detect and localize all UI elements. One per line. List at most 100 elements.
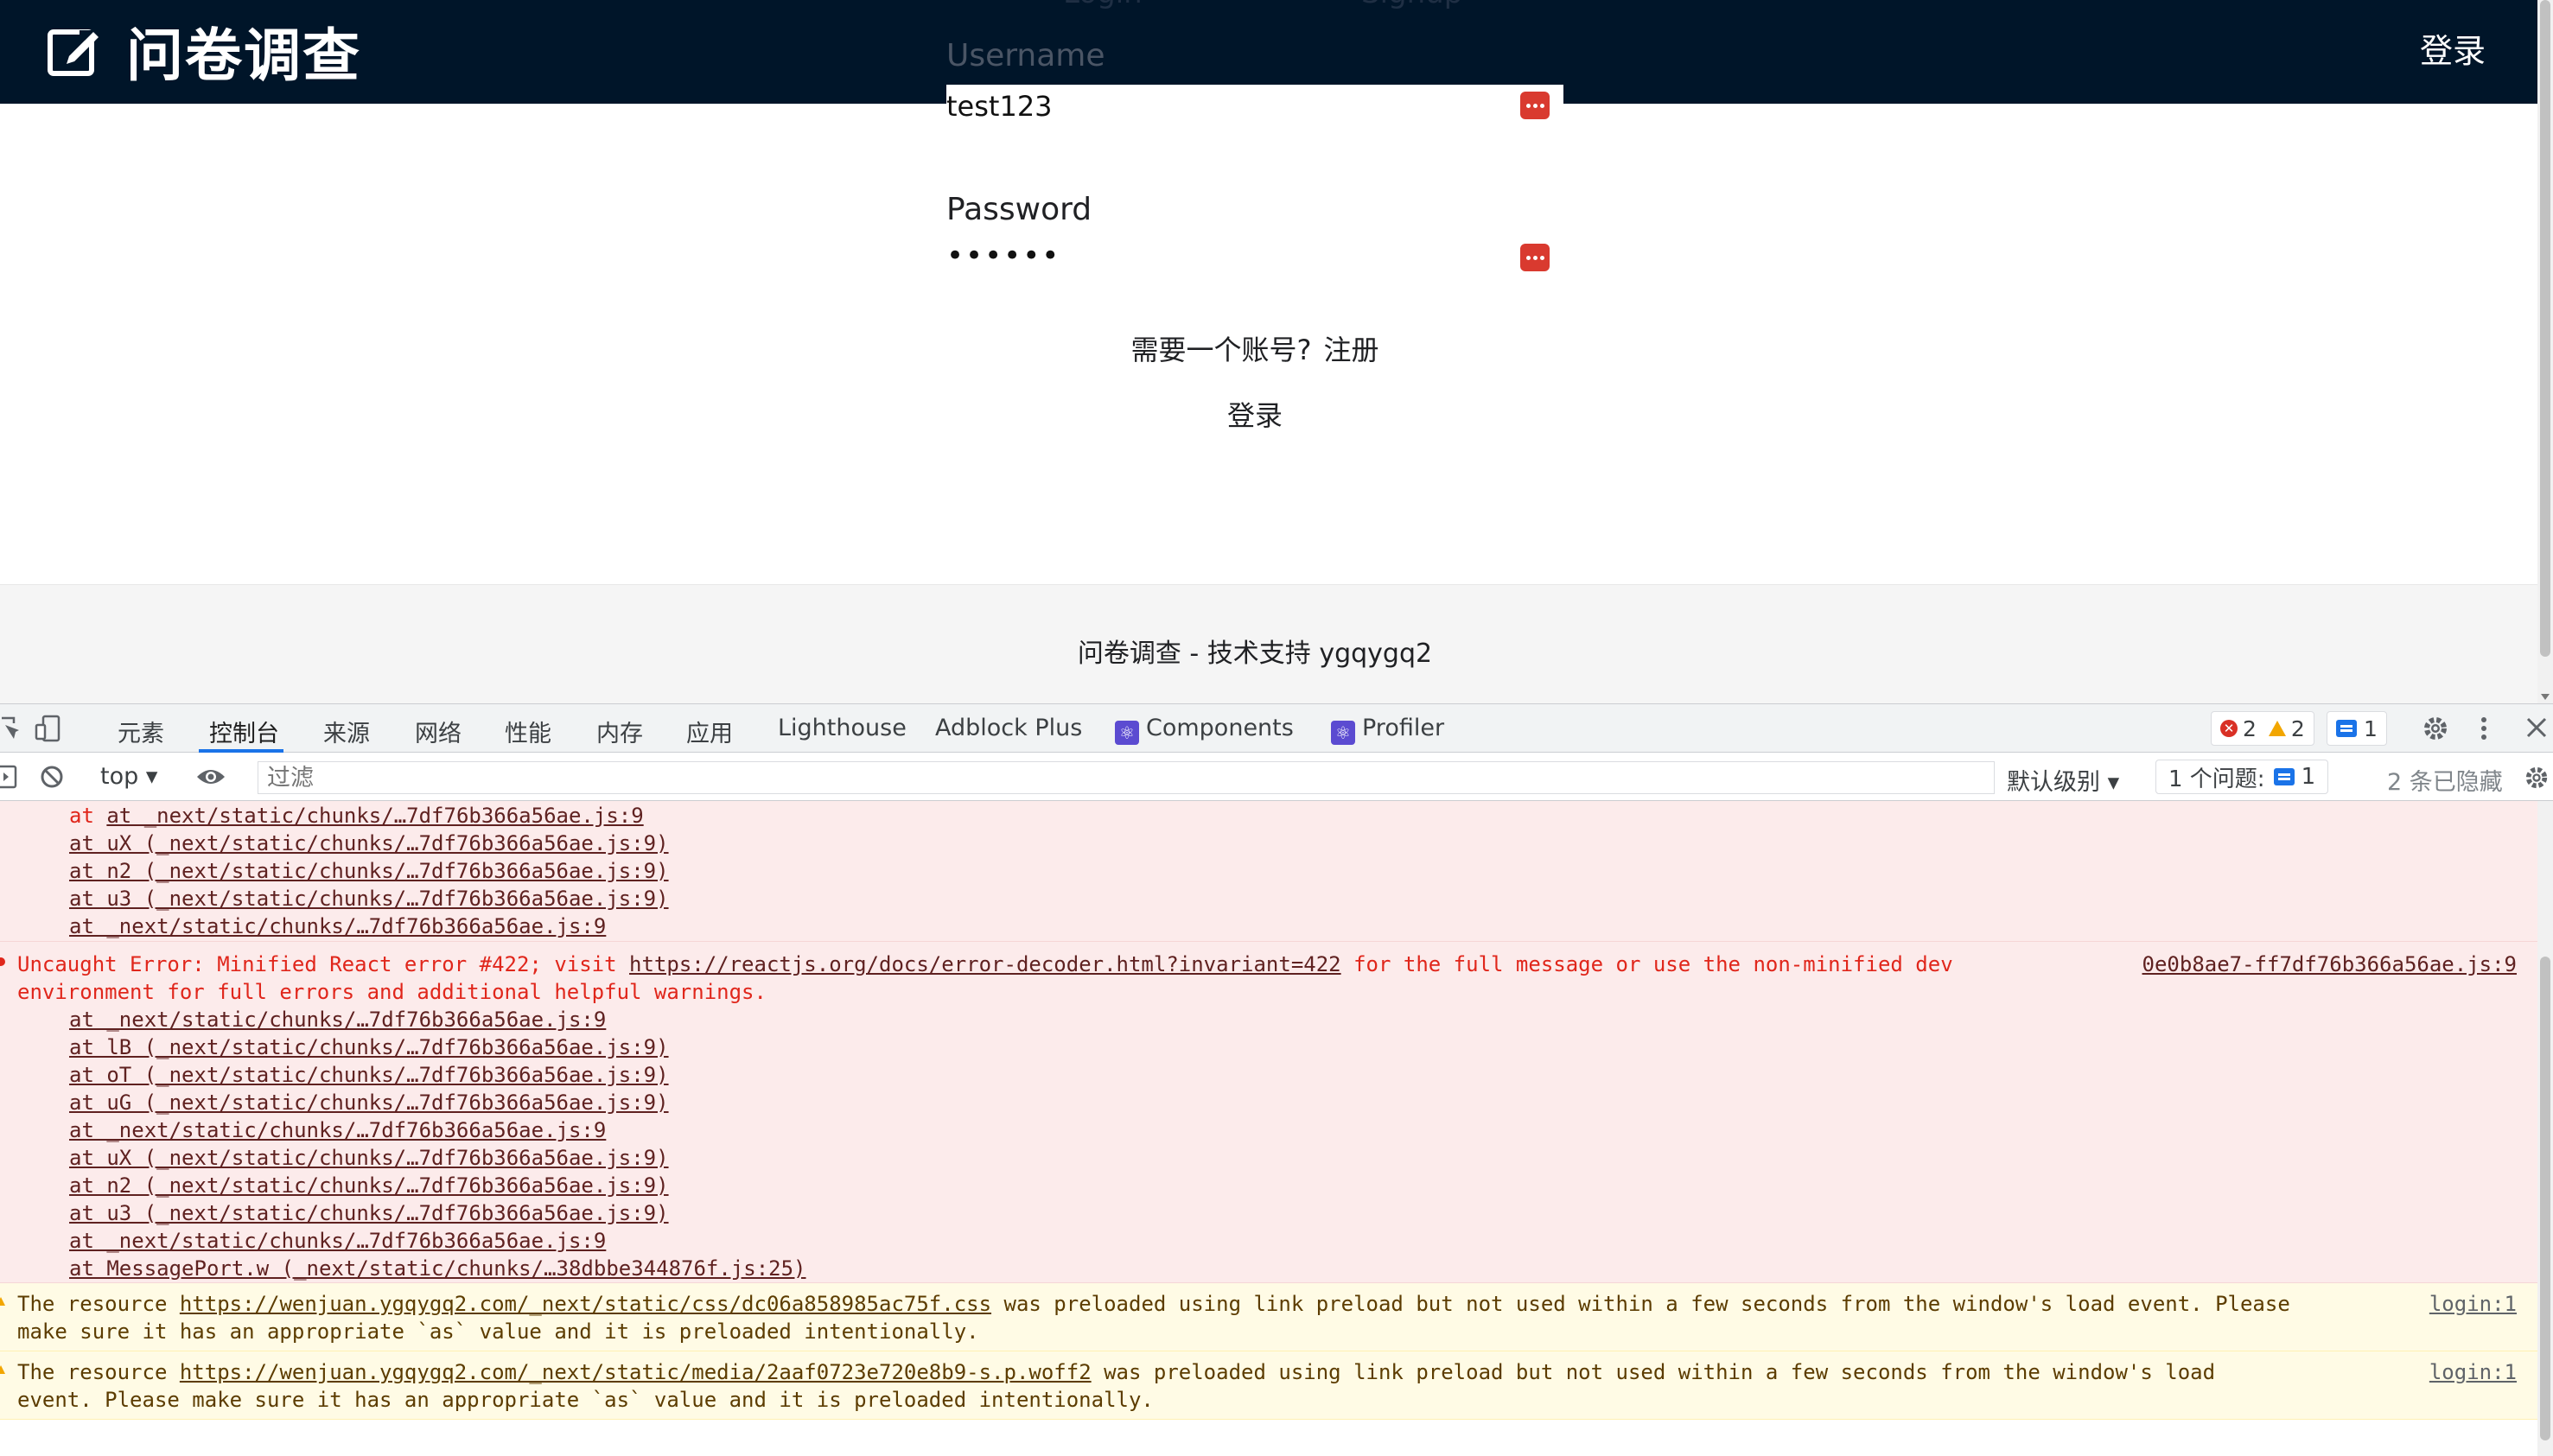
warning-text-line2: make sure it has an appropriate `as` val… xyxy=(17,1319,979,1344)
resource-link[interactable]: https://wenjuan.ygqygq2.com/_next/static… xyxy=(180,1292,991,1316)
warning-source-link[interactable]: login:1 xyxy=(2429,1358,2517,1386)
scroll-down-icon[interactable] xyxy=(2541,694,2550,700)
console-filter-input[interactable] xyxy=(258,761,1995,794)
tab-profiler[interactable]: ⚛ Profiler xyxy=(1331,715,1444,745)
stack-frame-link[interactable]: at u3 (_next/static/chunks/…7df76b366a56… xyxy=(69,1201,669,1225)
stack-frame-link[interactable]: at _next/static/chunks/…7df76b366a56ae.j… xyxy=(69,914,606,938)
issues-button[interactable]: 1 个问题: 1 xyxy=(2155,760,2329,794)
stack-frame: at u3 (_next/static/chunks/…7df76b366a56… xyxy=(0,1199,2537,1227)
username-field[interactable]: test123 xyxy=(946,85,1563,133)
device-toolbar-icon[interactable] xyxy=(35,715,62,742)
tab-application[interactable]: 应用 xyxy=(686,715,733,748)
stack-frame-link[interactable]: at _next/static/chunks/…7df76b366a56ae.j… xyxy=(69,1229,606,1253)
stack-frame-link[interactable]: at uG (_next/static/chunks/…7df76b366a56… xyxy=(69,1090,669,1115)
password-field[interactable]: •••••• xyxy=(946,237,1563,285)
username-value: test123 xyxy=(946,90,1053,123)
signup-prompt-text: 需要一个账号? xyxy=(1130,334,1312,366)
console-warning-message: The resource https://wenjuan.ygqygq2.com… xyxy=(0,1351,2537,1420)
error-warning-counter[interactable]: ✕ 2 2 xyxy=(2211,711,2314,746)
message-counter[interactable]: 1 xyxy=(2327,711,2387,746)
console-settings-gear-icon[interactable] xyxy=(2524,765,2550,791)
stack-frame-link[interactable]: at lB (_next/static/chunks/…7df76b366a56… xyxy=(69,1035,669,1059)
stack-frame-link[interactable]: at n2 (_next/static/chunks/…7df76b366a56… xyxy=(69,859,669,883)
stack-frame-link[interactable]: at _next/static/chunks/…7df76b366a56ae.j… xyxy=(69,1008,606,1032)
console-error-message: at at _next/static/chunks/…7df76b366a56a… xyxy=(0,801,2537,942)
tab-sources[interactable]: 来源 xyxy=(323,715,370,748)
tab-signup[interactable]: Signup xyxy=(1361,0,1462,10)
context-value: top xyxy=(100,763,139,790)
tab-adblock-plus[interactable]: Adblock Plus xyxy=(935,715,1082,741)
console-warning-message: The resource https://wenjuan.ygqygq2.com… xyxy=(0,1283,2537,1351)
tab-console[interactable]: 控制台 xyxy=(209,715,279,748)
sidebar-toggle-icon[interactable] xyxy=(0,765,19,789)
stack-frame: at oT (_next/static/chunks/…7df76b366a56… xyxy=(0,1061,2537,1089)
stack-frame: at uX (_next/static/chunks/…7df76b366a56… xyxy=(0,1144,2537,1172)
console-output: at at _next/static/chunks/…7df76b366a56a… xyxy=(0,801,2537,1456)
more-options-icon[interactable] xyxy=(2479,715,2489,742)
signup-prompt: 需要一个账号? 注册 xyxy=(0,328,2510,368)
stack-frame-link[interactable]: at n2 (_next/static/chunks/…7df76b366a56… xyxy=(69,1173,669,1198)
tab-login[interactable]: Login xyxy=(1063,0,1143,10)
issue-icon xyxy=(2273,768,2295,785)
page-scrollbar-thumb[interactable] xyxy=(2540,0,2550,657)
stack-frame: at lB (_next/static/chunks/…7df76b366a56… xyxy=(0,1033,2537,1061)
tab-performance[interactable]: 性能 xyxy=(505,715,551,748)
password-manager-icon[interactable] xyxy=(1520,92,1550,119)
header-login-link[interactable]: 登录 xyxy=(2420,24,2486,72)
log-levels-value: 默认级别 xyxy=(2007,769,2100,796)
login-button[interactable]: 登录 xyxy=(1210,394,1300,434)
tab-network[interactable]: 网络 xyxy=(415,715,462,748)
tab-lighthouse[interactable]: Lighthouse xyxy=(778,715,907,741)
devtools-panel: 元素 控制台 来源 网络 性能 内存 应用 Lighthouse Adblock… xyxy=(0,703,2553,1456)
stack-frame-link[interactable]: at _next/static/chunks/…7df76b366a56ae.j… xyxy=(69,1118,606,1142)
stack-frame-link[interactable]: at MessagePort.w (_next/static/chunks/…3… xyxy=(69,1256,806,1281)
stack-frame-link[interactable]: at uX (_next/static/chunks/…7df76b366a56… xyxy=(69,1146,669,1170)
password-manager-icon[interactable] xyxy=(1520,244,1550,271)
settings-gear-icon[interactable] xyxy=(2422,715,2449,742)
resource-link[interactable]: https://wenjuan.ygqygq2.com/_next/static… xyxy=(180,1360,1092,1384)
stack-frame: at MessagePort.w (_next/static/chunks/…3… xyxy=(0,1255,2537,1282)
stack-frame: at at _next/static/chunks/…7df76b366a56a… xyxy=(69,804,644,828)
stack-frame: at n2 (_next/static/chunks/…7df76b366a56… xyxy=(0,1172,2537,1199)
tab-memory[interactable]: 内存 xyxy=(596,715,643,748)
tab-components[interactable]: ⚛ Components xyxy=(1115,715,1294,745)
clear-console-icon[interactable] xyxy=(40,765,64,789)
warning-source-link[interactable]: login:1 xyxy=(2429,1290,2517,1318)
stack-frame: at _next/static/chunks/…7df76b366a56ae.j… xyxy=(0,1227,2537,1255)
error-count: 2 xyxy=(2243,715,2257,741)
tab-elements[interactable]: 元素 xyxy=(118,715,164,748)
log-levels-dropdown[interactable]: 默认级别 ▾ xyxy=(2007,763,2119,797)
error-decoder-link[interactable]: https://reactjs.org/docs/error-decoder.h… xyxy=(629,952,1341,976)
warning-text: The resource https://wenjuan.ygqygq2.com… xyxy=(17,1360,2216,1384)
stack-frame-link[interactable]: at _next/static/chunks/…7df76b366a56ae.j… xyxy=(106,804,643,828)
password-label: Password xyxy=(946,192,1092,227)
inspect-element-icon[interactable] xyxy=(0,716,19,741)
signup-link[interactable]: 注册 xyxy=(1323,334,1378,366)
stack-frame: at uG (_next/static/chunks/…7df76b366a56… xyxy=(0,1089,2537,1116)
page-scrollbar[interactable] xyxy=(2537,0,2553,703)
console-scrollbar[interactable] xyxy=(2537,801,2553,1456)
footer-text: 问卷调查 - 技术支持 ygqygq2 xyxy=(1077,639,1433,669)
console-toolbar: top ▾ 默认级别 ▾ 1 个问题: 1 2 条已隐藏 xyxy=(0,753,2553,801)
error-source-link[interactable]: 0e0b8ae7-ff7df76b366a56ae.js:9 xyxy=(2142,951,2517,978)
close-devtools-icon[interactable] xyxy=(2525,716,2548,739)
error-text-line2: environment for full errors and addition… xyxy=(17,980,767,1004)
console-error-message: Uncaught Error: Minified React error #42… xyxy=(0,942,2537,1283)
react-icon: ⚛ xyxy=(1331,721,1355,745)
stack-frame-link[interactable]: at u3 (_next/static/chunks/…7df76b366a56… xyxy=(69,887,669,911)
warning-icon xyxy=(2268,721,2286,736)
stack-frame-link[interactable]: at uX (_next/static/chunks/…7df76b366a56… xyxy=(69,831,669,855)
stack-frame: at _next/static/chunks/…7df76b366a56ae.j… xyxy=(0,1116,2537,1144)
site-brand[interactable]: 问卷调查 xyxy=(45,12,361,90)
console-scrollbar-thumb[interactable] xyxy=(2540,957,2550,1440)
stack-frame-link[interactable]: at oT (_next/static/chunks/…7df76b366a56… xyxy=(69,1063,669,1087)
stack-frame: at n2 (_next/static/chunks/…7df76b366a56… xyxy=(0,857,2537,885)
tab-components-label: Components xyxy=(1146,715,1294,741)
devtools-tabbar: 元素 控制台 来源 网络 性能 内存 应用 Lighthouse Adblock… xyxy=(0,704,2553,753)
live-expression-eye-icon[interactable] xyxy=(195,766,226,787)
warning-text-line2: event. Please make sure it has an approp… xyxy=(17,1388,1154,1412)
warning-icon xyxy=(0,1297,5,1306)
context-selector[interactable]: top ▾ xyxy=(100,763,157,790)
warning-icon xyxy=(0,1365,5,1374)
stack-frame: at u3 (_next/static/chunks/…7df76b366a56… xyxy=(0,885,2537,912)
